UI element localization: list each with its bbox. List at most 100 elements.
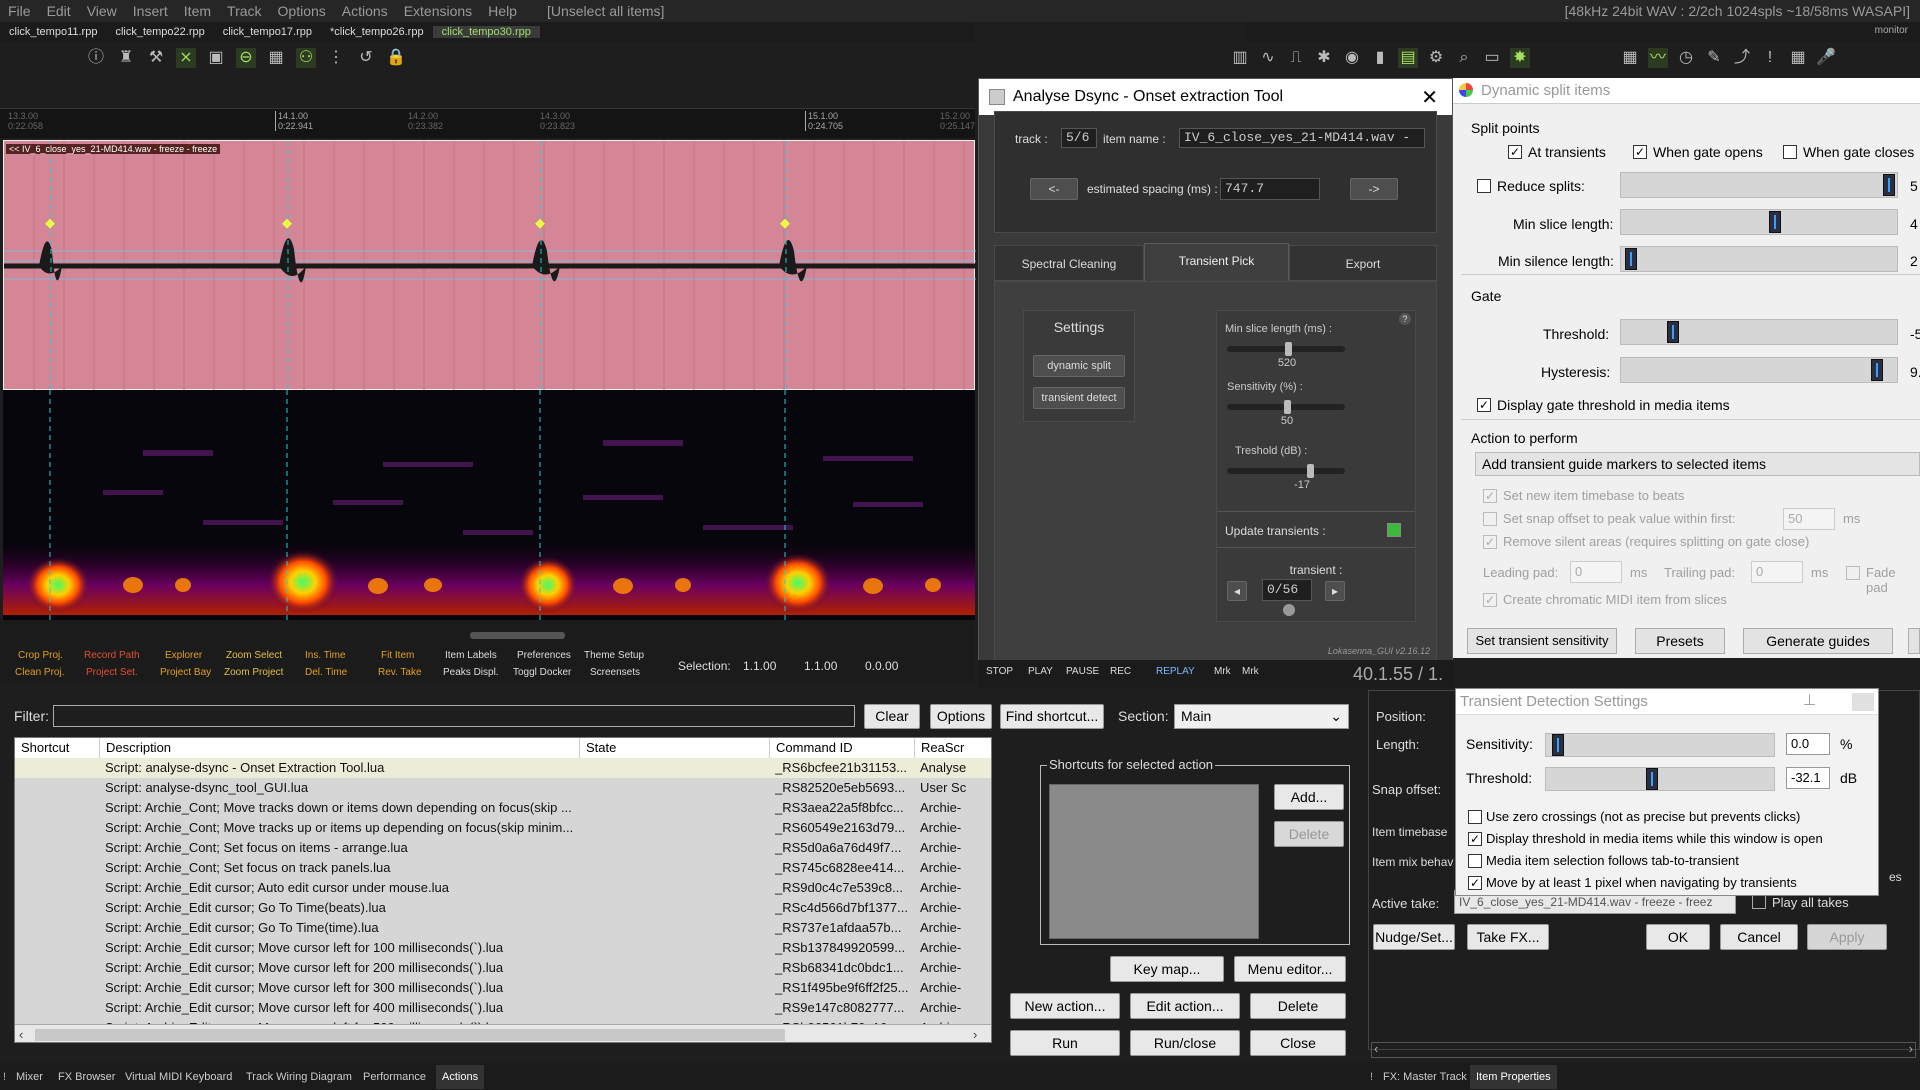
menu-view[interactable]: View: [79, 3, 125, 19]
docker-menu-icon[interactable]: !: [3, 1071, 6, 1083]
close-button[interactable]: Close: [1250, 1030, 1346, 1056]
transient-marker-icon[interactable]: [1283, 604, 1295, 616]
project-tab[interactable]: *click_tempo26.rpp: [321, 26, 433, 38]
slider-knob[interactable]: [1625, 248, 1637, 270]
add-shortcut-button[interactable]: Add...: [1274, 784, 1344, 810]
fade-pad-checkbox[interactable]: [1846, 566, 1860, 580]
stop-button[interactable]: STOP: [986, 666, 1013, 677]
replay-button[interactable]: REPLAY: [1156, 666, 1195, 677]
presets-button[interactable]: Presets: [1635, 628, 1725, 654]
zero-crossings-checkbox[interactable]: [1468, 810, 1482, 824]
curve-icon[interactable]: ⤴: [1732, 48, 1752, 68]
lock-icon[interactable]: 🔒: [386, 48, 406, 68]
selection-length[interactable]: 0.0.00: [865, 659, 898, 673]
grid-lines-icon[interactable]: ⋮: [326, 48, 346, 68]
dynamic-split-button[interactable]: dynamic split: [1033, 355, 1125, 377]
slider-knob[interactable]: [1285, 342, 1292, 356]
snap-offset-checkbox[interactable]: [1483, 512, 1497, 526]
link-icon[interactable]: ⊖: [236, 48, 256, 68]
horizontal-scrollbar[interactable]: ‹ ›: [15, 1024, 991, 1042]
horizontal-scrollbar[interactable]: [470, 632, 565, 639]
menu-options[interactable]: Options: [270, 3, 334, 19]
scroll-left-icon[interactable]: ‹: [19, 1027, 23, 1042]
slider-knob[interactable]: [1646, 768, 1658, 790]
record-button[interactable]: REC: [1110, 666, 1131, 677]
quick-button[interactable]: Preferences: [517, 650, 571, 661]
action-select[interactable]: Add transient guide markers to selected …: [1475, 452, 1920, 476]
quick-button[interactable]: Screensets: [590, 667, 640, 678]
timebase-checkbox[interactable]: ✓: [1483, 489, 1497, 503]
calculator-icon[interactable]: ▦: [1620, 48, 1640, 68]
ripple-edit-icon[interactable]: ⨯: [176, 48, 196, 68]
eye-icon[interactable]: ◉: [1342, 48, 1362, 68]
quick-button[interactable]: Zoom Select: [226, 650, 282, 661]
min-silence-slider[interactable]: [1620, 246, 1898, 272]
project-tab[interactable]: click_tempo17.rpp: [214, 26, 321, 38]
tab-export[interactable]: Export: [1289, 245, 1437, 281]
timeline-ruler[interactable]: 13.3.00 0:22.058 14.1.00 0:22.941 14.2.00 0…: [0, 108, 975, 138]
docker-tab-active[interactable]: Item Properties: [1470, 1065, 1557, 1089]
slider-knob[interactable]: [1552, 734, 1564, 756]
screen-icon[interactable]: ▭: [1482, 48, 1502, 68]
quick-button[interactable]: Explorer: [165, 650, 202, 661]
play-all-takes-checkbox[interactable]: [1752, 895, 1766, 909]
table-row[interactable]: Script: Archie_Edit cursor; Go To Time(t…: [15, 918, 991, 938]
trailing-pad-field[interactable]: 0: [1751, 561, 1803, 583]
item-name-field[interactable]: IV_6_close_yes_21-MD414.wav -: [1179, 128, 1425, 148]
play-button[interactable]: PLAY: [1028, 666, 1053, 677]
transient-next-button[interactable]: ▸: [1325, 581, 1345, 601]
key-map-button[interactable]: Key map...: [1110, 956, 1224, 982]
move-pixel-checkbox[interactable]: ✓: [1468, 876, 1482, 890]
hysteresis-slider[interactable]: [1620, 357, 1898, 383]
table-row[interactable]: Script: Archie_Cont; Move tracks up or i…: [15, 818, 991, 838]
table-row[interactable]: Script: Archie_Edit cursor; Go To Time(b…: [15, 898, 991, 918]
reduce-splits-slider[interactable]: [1620, 172, 1898, 198]
spacing-field[interactable]: 747.7: [1220, 178, 1320, 200]
filter-input[interactable]: [53, 705, 855, 727]
quick-button[interactable]: Project Bay: [160, 667, 211, 678]
apply-button[interactable]: Apply: [1807, 924, 1887, 950]
close-icon[interactable]: [1852, 693, 1874, 711]
docker-tab[interactable]: FX: Master Track: [1383, 1071, 1467, 1083]
docker-menu-icon[interactable]: !: [1370, 1071, 1373, 1083]
scrollbar-thumb[interactable]: [35, 1029, 785, 1041]
ok-button[interactable]: OK: [1646, 924, 1710, 950]
table-row[interactable]: Script: analyse-dsync_tool_GUI.lua _RS825…: [15, 778, 991, 798]
item-props-scrollbar[interactable]: ‹ ›: [1371, 1041, 1916, 1058]
table-row[interactable]: Script: Archie_Edit cursor; Move cursor …: [15, 958, 991, 978]
metronome-icon[interactable]: ♜: [116, 48, 136, 68]
menu-help[interactable]: Help: [480, 3, 525, 19]
pin-icon[interactable]: ⊥: [1803, 691, 1816, 709]
threshold-slider[interactable]: [1620, 319, 1898, 345]
snap-offset-field[interactable]: 50: [1783, 508, 1835, 530]
delete-action-button[interactable]: Delete: [1250, 993, 1346, 1019]
pencil-icon[interactable]: ✎: [1704, 48, 1724, 68]
menu-editor-button[interactable]: Menu editor...: [1234, 956, 1346, 982]
new-action-button[interactable]: New action...: [1010, 993, 1120, 1019]
zoom-icon[interactable]: ⌕: [1454, 48, 1474, 68]
close-icon[interactable]: ✕: [1421, 85, 1438, 110]
threshold-slider[interactable]: [1227, 464, 1345, 478]
grid-icon[interactable]: ▦: [266, 48, 286, 68]
slider-knob[interactable]: [1769, 211, 1781, 233]
scroll-right-icon[interactable]: ›: [973, 1027, 977, 1042]
gate-opens-checkbox[interactable]: ✓: [1633, 145, 1647, 159]
transient-counter[interactable]: 0/56: [1262, 579, 1312, 601]
threshold-slider[interactable]: [1545, 767, 1775, 791]
microphone-icon[interactable]: 🎤: [1816, 48, 1836, 68]
scroll-right-icon[interactable]: ›: [1909, 1041, 1913, 1056]
table-row[interactable]: Script: Archie_Edit cursor; Move cursor …: [15, 978, 991, 998]
menu-track[interactable]: Track: [219, 3, 269, 19]
table-row[interactable]: Script: Archie_Cont; Set focus on track …: [15, 858, 991, 878]
sensitivity-slider[interactable]: [1545, 733, 1775, 757]
media-item[interactable]: [3, 140, 976, 391]
shortcut-list[interactable]: [1049, 784, 1259, 939]
scroll-left-icon[interactable]: ‹: [1374, 1041, 1378, 1056]
tab-transient-pick[interactable]: Transient Pick: [1144, 243, 1289, 281]
display-threshold-checkbox[interactable]: ✓: [1468, 832, 1482, 846]
min-slice-slider[interactable]: [1620, 209, 1898, 235]
section-select[interactable]: Main ⌄: [1174, 704, 1349, 729]
docker-tab[interactable]: Track Wiring Diagram: [246, 1071, 352, 1083]
marker-button[interactable]: Mrk: [1214, 666, 1231, 677]
next-button[interactable]: ->: [1350, 178, 1398, 200]
